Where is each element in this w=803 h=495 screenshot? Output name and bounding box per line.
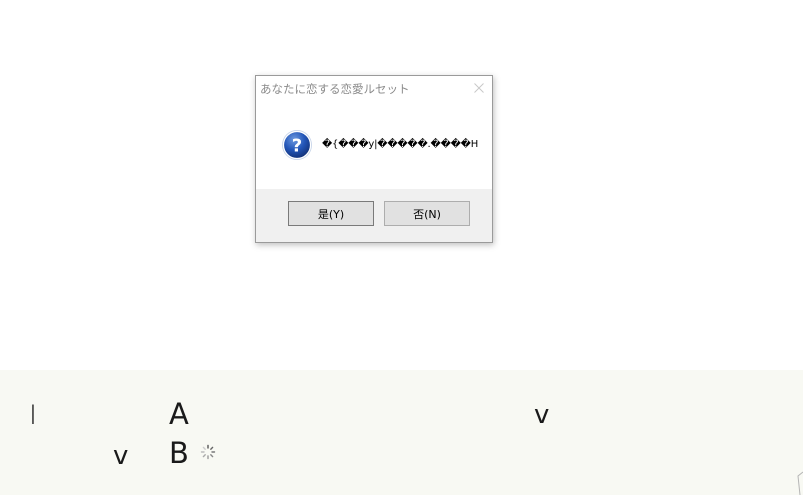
- message-box-dialog: あなたに恋する恋愛ルセット ? �{���y|�����.����H 是(Y) …: [255, 75, 493, 243]
- screen: I A v v B あなたに恋する恋愛ルセット ? �{���y|�����.�…: [0, 0, 803, 495]
- glyph-b: B: [169, 436, 189, 470]
- glyph-i: I: [29, 400, 37, 431]
- dialog-button-bar: 是(Y) 否(N): [256, 189, 492, 242]
- question-icon: ?: [282, 130, 312, 160]
- close-button[interactable]: [470, 80, 488, 96]
- dialog-content: ? �{���y|�����.����H: [256, 100, 492, 189]
- svg-text:?: ?: [292, 136, 302, 157]
- yes-button[interactable]: 是(Y): [288, 201, 374, 226]
- dialog-title: あなたに恋する恋愛ルセット: [260, 82, 410, 96]
- no-button[interactable]: 否(N): [384, 201, 470, 226]
- close-icon: [474, 83, 484, 93]
- bottom-panel: [0, 370, 803, 495]
- dialog-message: �{���y|�����.����H: [322, 139, 479, 150]
- glyph-a: A: [169, 397, 189, 431]
- dialog-titlebar[interactable]: あなたに恋する恋愛ルセット: [256, 76, 492, 100]
- glyph-v-left: v: [113, 441, 129, 471]
- glyph-v-right: v: [534, 400, 550, 430]
- loading-spinner-icon: [200, 444, 216, 460]
- edge-decoration: [797, 471, 803, 495]
